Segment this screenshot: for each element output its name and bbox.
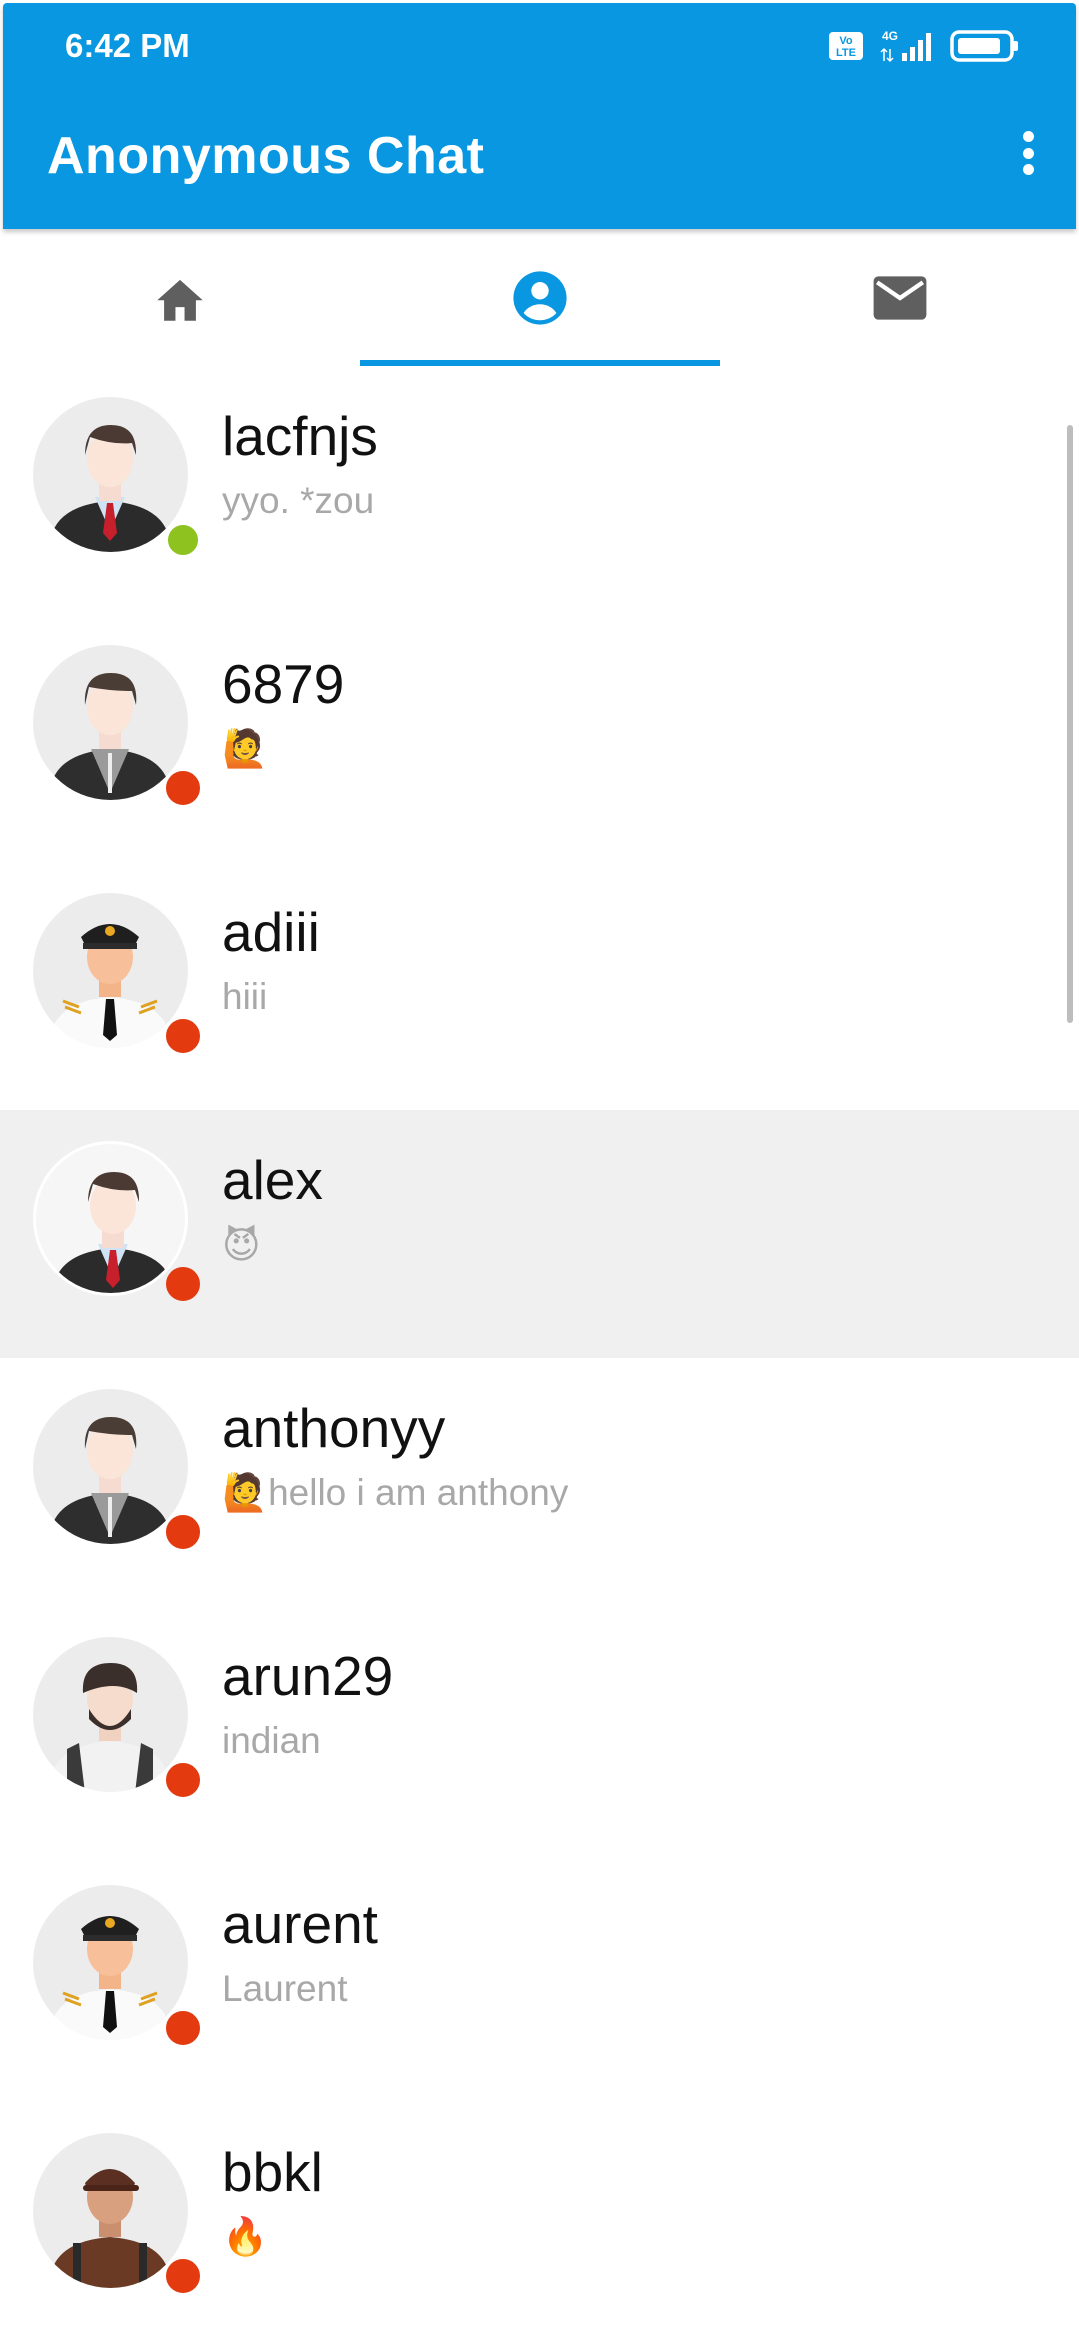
menu-dot — [1022, 164, 1034, 175]
businessman-avatar — [33, 397, 188, 552]
list-item[interactable]: anthonyy 🙋hello i am anthony — [0, 1358, 1079, 1606]
list-item[interactable]: adiii hiii — [0, 862, 1079, 1110]
offline-status-dot — [163, 1264, 203, 1304]
user-name: alex — [222, 1149, 323, 1211]
home-icon — [157, 279, 203, 321]
offline-status-dot — [163, 2256, 203, 2296]
businessman-avatar — [33, 1141, 188, 1296]
offline-status-dot — [163, 2008, 203, 2048]
pilot-avatar — [33, 1885, 188, 2040]
tab-home[interactable] — [0, 230, 360, 366]
scrollbar[interactable] — [1067, 425, 1073, 1023]
tab-users[interactable] — [360, 230, 720, 366]
user-list: lacfnjs yyo. *zou 6879 🙋 adiii hiii alex… — [0, 366, 1079, 2350]
user-message: yyo. *zou — [222, 480, 375, 521]
list-item-selected[interactable]: alex 😈 — [0, 1110, 1079, 1358]
offline-status-dot — [163, 1016, 203, 1056]
bearded-man-avatar — [33, 1637, 188, 1792]
user-message: 🔥 — [222, 2216, 269, 2257]
list-item[interactable]: lacfnjs yyo. *zou — [0, 366, 1079, 614]
menu-dot — [1022, 131, 1034, 142]
svg-text:4G: 4G — [882, 29, 898, 43]
list-item[interactable]: arun29 indian — [0, 1606, 1079, 1854]
cap-man-avatar — [33, 2133, 188, 2288]
offline-status-dot — [163, 1512, 203, 1552]
menu-dot — [1022, 147, 1034, 159]
user-name: lacfnjs — [222, 405, 378, 467]
pilot-avatar — [33, 893, 188, 1048]
user-message: indian — [222, 1720, 321, 1761]
vest-man-avatar — [33, 1389, 188, 1544]
status-icons: Vo LTE 4G — [828, 29, 1020, 63]
user-name: bbkl — [222, 2141, 323, 2203]
signal-4g-icon: 4G — [880, 29, 931, 63]
offline-status-dot — [163, 768, 203, 808]
account-circle-icon — [513, 271, 567, 325]
tab-bar — [0, 230, 1079, 366]
tab-messages[interactable] — [720, 230, 1079, 366]
app-bar: 6:42 PM Vo LTE 4G Anonymous Chat — [3, 3, 1076, 229]
user-name: arun29 — [222, 1645, 394, 1707]
mail-icon — [873, 276, 927, 320]
list-item[interactable]: aurent Laurent — [0, 1854, 1079, 2102]
app-title: Anonymous Chat — [47, 127, 485, 185]
user-message: hiii — [222, 976, 268, 1017]
offline-status-dot — [163, 1760, 203, 1800]
status-time: 6:42 PM — [65, 27, 190, 64]
list-item[interactable]: 6879 🙋 — [0, 614, 1079, 862]
user-message: 🙋 — [222, 728, 269, 769]
battery-icon — [950, 30, 1018, 62]
list-item[interactable]: bbkl 🔥 — [0, 2102, 1079, 2350]
user-name: adiii — [222, 901, 320, 963]
overflow-menu-button[interactable] — [1008, 123, 1048, 183]
user-message: 🙋hello i am anthony — [222, 1472, 569, 1513]
volte-icon: Vo LTE — [829, 32, 863, 60]
online-status-dot — [165, 522, 201, 558]
svg-text:Vo: Vo — [839, 35, 853, 47]
user-name: aurent — [222, 1893, 378, 1955]
svg-text:LTE: LTE — [836, 47, 856, 59]
user-message: 😈 — [222, 1225, 261, 1266]
user-message: Laurent — [222, 1968, 348, 2009]
vest-man-avatar — [33, 645, 188, 800]
user-name: 6879 — [222, 653, 345, 715]
user-name: anthonyy — [222, 1397, 446, 1459]
